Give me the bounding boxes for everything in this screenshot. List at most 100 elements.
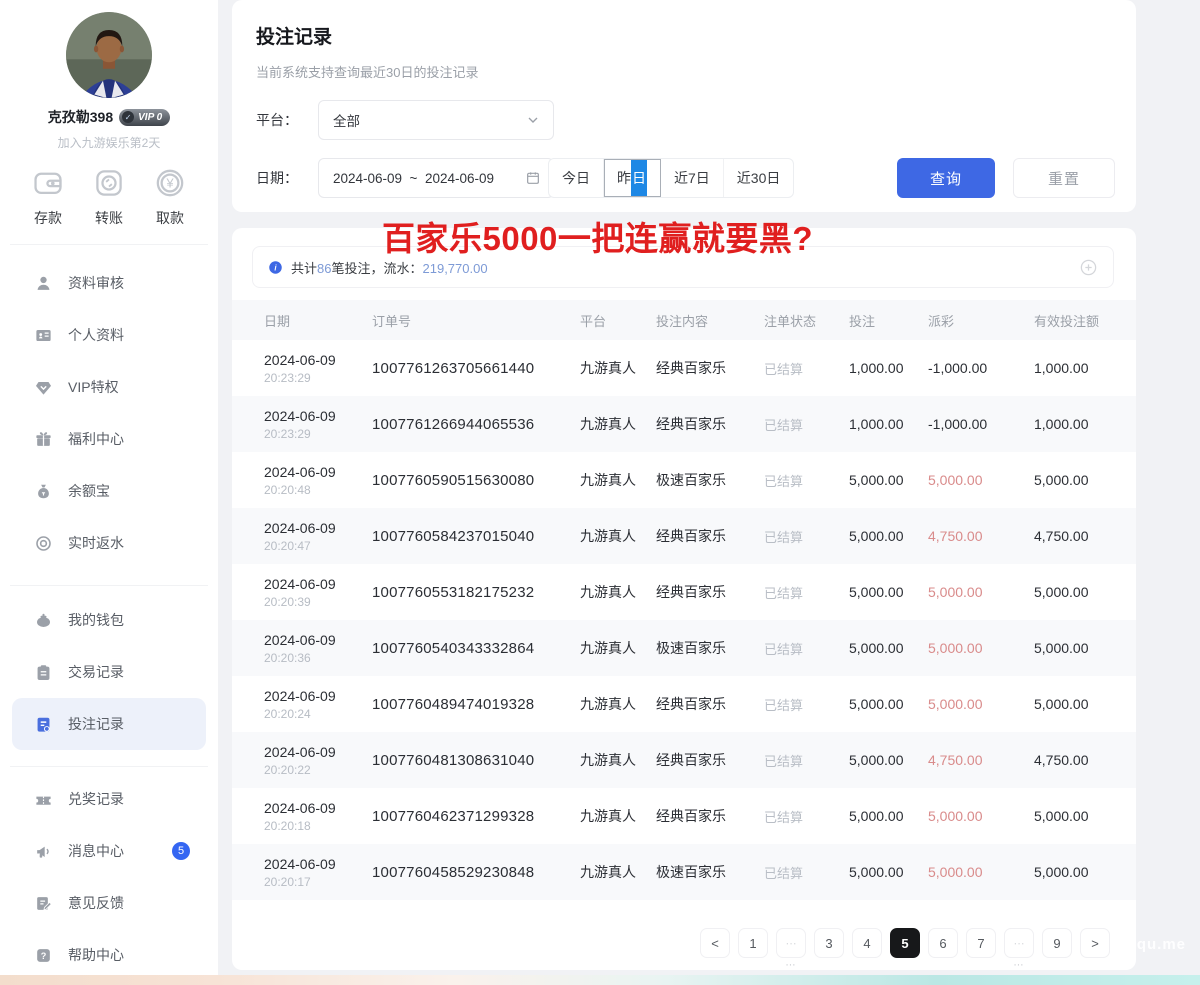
sidebar-item-piggy[interactable]: 我的钱包 [0, 594, 218, 646]
cell-valid-bet: 5,000.00 [1034, 640, 1112, 656]
cell-platform: 九游真人 [580, 806, 656, 826]
cell-date: 2024-06-0920:20:48 [264, 464, 372, 497]
cell-valid-bet: 5,000.00 [1034, 584, 1112, 600]
wallet-action-label: 取款 [156, 208, 184, 228]
cell-order-number: 1007761266944065536 [372, 416, 580, 433]
profile-block: 克孜勒398 ✓ VIP 0 加入九游娱乐第2天 存款 转账 ¥ 取款 [0, 0, 218, 228]
table-row: 2024-06-0920:20:22 1007760481308631040 九… [232, 732, 1136, 788]
watermark: equ.me [1127, 936, 1186, 953]
join-days-text: 加入九游娱乐第2天 [0, 134, 218, 151]
quick-date-buttons: 今日 昨日 近7日 近30日 [548, 158, 794, 198]
cell-payout: 5,000.00 [928, 472, 1034, 488]
reset-button[interactable]: 重置 [1013, 158, 1115, 198]
pagination-page-1[interactable]: 1 [738, 928, 768, 958]
pagination-page-5[interactable]: 5 [890, 928, 920, 958]
pagination-page-6[interactable]: 6 [928, 928, 958, 958]
info-icon: i [268, 260, 283, 275]
pagination-page-9[interactable]: 9 [1042, 928, 1072, 958]
page-title: 投注记录 [256, 22, 332, 49]
platform-selected-value: 全部 [333, 110, 360, 130]
pagination-page-4[interactable]: 4 [852, 928, 882, 958]
cell-valid-bet: 4,750.00 [1034, 752, 1112, 768]
cell-status: 已结算 [764, 583, 849, 602]
gift-icon [34, 430, 53, 449]
table-row: 2024-06-0920:23:29 1007761266944065536 九… [232, 396, 1136, 452]
platform-select[interactable]: 全部 [318, 100, 554, 140]
quick-date-button[interactable]: 近30日 [724, 159, 794, 197]
query-button[interactable]: 查询 [897, 158, 995, 198]
sidebar-item-bet-record[interactable]: 投注记录 [12, 698, 206, 750]
sidebar-item-label: 消息中心 [68, 841, 124, 861]
sidebar-item-id-card[interactable]: 个人资料 [0, 309, 218, 361]
cell-date: 2024-06-0920:20:39 [264, 576, 372, 609]
cell-bet-content: 经典百家乐 [656, 414, 764, 434]
wallet-action-button[interactable]: 转账 [85, 166, 133, 228]
pagination-next-button[interactable]: > [1080, 928, 1110, 958]
cell-date: 2024-06-0920:20:17 [264, 856, 372, 889]
cell-order-number: 1007760540343332864 [372, 640, 580, 657]
cell-date: 2024-06-0920:20:22 [264, 744, 372, 777]
column-header: 派彩 [928, 311, 1034, 330]
sidebar-item-feedback[interactable]: 意见反馈 [0, 877, 218, 929]
sidebar-item-transaction[interactable]: 交易记录 [0, 646, 218, 698]
wallet-action-button[interactable]: 存款 [24, 166, 72, 228]
plus-circle-icon[interactable] [1079, 258, 1098, 277]
sidebar-item-gift[interactable]: 福利中心 [0, 413, 218, 465]
platform-label: 平台： [256, 110, 304, 130]
sidebar: 克孜勒398 ✓ VIP 0 加入九游娱乐第2天 存款 转账 ¥ 取款 资料审核… [0, 0, 218, 985]
table-row: 2024-06-0920:20:47 1007760584237015040 九… [232, 508, 1136, 564]
pagination-prev-button[interactable]: < [700, 928, 730, 958]
pagination-page-7[interactable]: 7 [966, 928, 996, 958]
table-row: 2024-06-0920:20:36 1007760540343332864 九… [232, 620, 1136, 676]
table-header-row: 日期订单号平台投注内容注单状态投注派彩有效投注额 [232, 300, 1136, 340]
cell-status: 已结算 [764, 415, 849, 434]
pagination-ellipsis[interactable]: ⋯⋯ [1004, 928, 1034, 958]
date-filter-row: 日期： 2024-06-09 ~ 2024-06-09 [256, 158, 554, 198]
quick-date-button[interactable]: 昨日 [604, 159, 661, 197]
sidebar-item-label: 帮助中心 [68, 945, 124, 965]
message-icon [34, 842, 53, 861]
cell-payout: 5,000.00 [928, 584, 1034, 600]
sidebar-item-rebate[interactable]: 实时返水 [0, 517, 218, 569]
pagination-ellipsis[interactable]: ⋯⋯ [776, 928, 806, 958]
rebate-icon [34, 534, 53, 553]
cell-bet-amount: 5,000.00 [849, 528, 928, 544]
pagination-page-3[interactable]: 3 [814, 928, 844, 958]
money-bag-icon [34, 482, 53, 501]
cell-payout: 5,000.00 [928, 864, 1034, 880]
cell-date: 2024-06-0920:23:29 [264, 352, 372, 385]
id-card-icon [34, 326, 53, 345]
cell-bet-amount: 5,000.00 [849, 808, 928, 824]
cell-date: 2024-06-0920:20:24 [264, 688, 372, 721]
table-row: 2024-06-0920:20:48 1007760590515630080 九… [232, 452, 1136, 508]
sidebar-item-label: 个人资料 [68, 325, 124, 345]
nav-group-records: 我的钱包 交易记录 投注记录 [0, 586, 218, 750]
date-range-input[interactable]: 2024-06-09 ~ 2024-06-09 [318, 158, 554, 198]
sidebar-item-label: 投注记录 [68, 714, 124, 734]
column-header: 有效投注额 [1034, 311, 1112, 330]
cell-bet-amount: 5,000.00 [849, 584, 928, 600]
sidebar-item-prize[interactable]: 兑奖记录 [0, 773, 218, 825]
sidebar-item-money-bag[interactable]: 余额宝 [0, 465, 218, 517]
cell-status: 已结算 [764, 863, 849, 882]
cell-order-number: 1007760584237015040 [372, 528, 580, 545]
sidebar-item-user-audit[interactable]: 资料审核 [0, 257, 218, 309]
sidebar-item-label: 实时返水 [68, 533, 124, 553]
cell-bet-content: 经典百家乐 [656, 750, 764, 770]
table-row: 2024-06-0920:20:17 1007760458529230848 九… [232, 844, 1136, 900]
quick-date-button[interactable]: 近7日 [661, 159, 724, 197]
sidebar-item-vip[interactable]: VIP特权 [0, 361, 218, 413]
date-label: 日期： [256, 168, 304, 188]
svg-text:?: ? [41, 950, 47, 960]
sidebar-item-label: 交易记录 [68, 662, 124, 682]
cell-status: 已结算 [764, 807, 849, 826]
wallet-action-button[interactable]: ¥ 取款 [146, 166, 194, 228]
cell-payout: -1,000.00 [928, 416, 1034, 432]
cell-bet-amount: 5,000.00 [849, 696, 928, 712]
sidebar-item-help[interactable]: ? 帮助中心 [0, 929, 218, 981]
transfer-icon [92, 166, 126, 200]
filters-card: 投注记录 当前系统支持查询最近30日的投注记录 平台： 全部 日期： 2024-… [232, 0, 1136, 212]
sidebar-item-message[interactable]: 消息中心 5 [0, 825, 218, 877]
column-header: 投注内容 [656, 311, 764, 330]
quick-date-button[interactable]: 今日 [549, 159, 604, 197]
